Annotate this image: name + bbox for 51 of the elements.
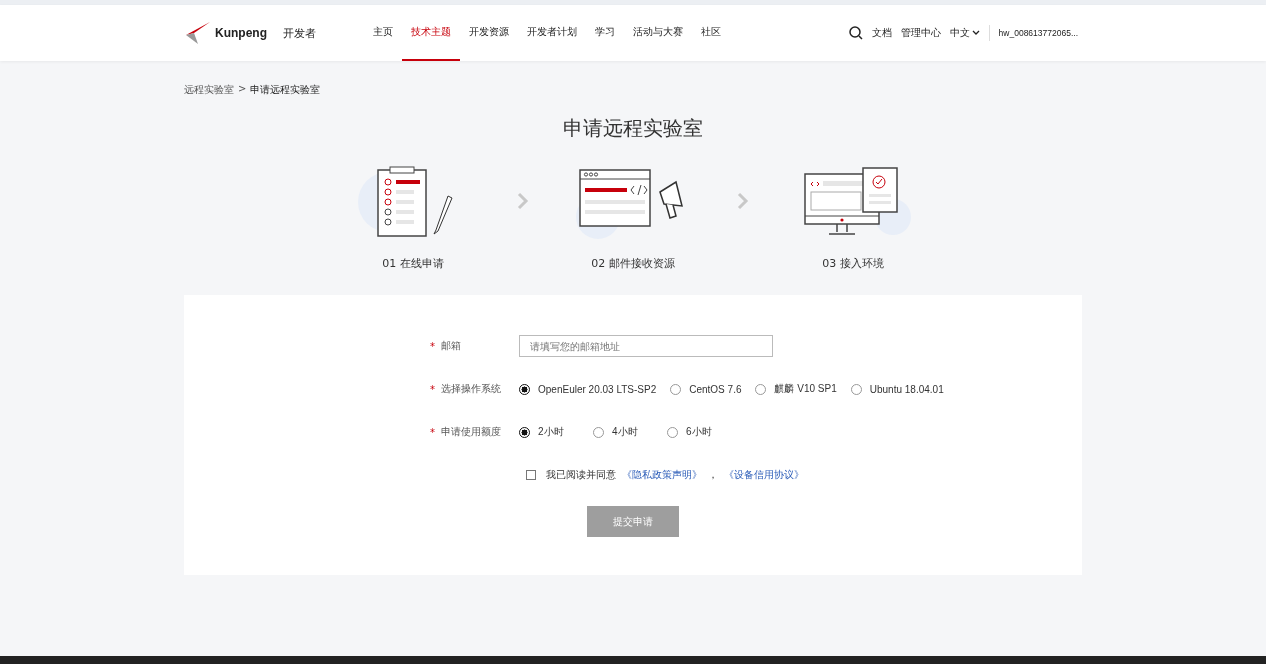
step-label: 02 邮件接收资源 (591, 256, 675, 271)
chevron-icon (517, 192, 529, 210)
radio-button[interactable] (519, 426, 530, 438)
separator-text: ， (708, 468, 718, 482)
step-label: 01 在线申请 (382, 256, 444, 271)
email-field[interactable]: 请填写您的邮箱地址 (519, 335, 773, 357)
required-mark: * (430, 426, 435, 438)
page-title: 申请远程实验室 (562, 115, 704, 142)
breadcrumb-current: 申请远程实验室 (250, 83, 321, 97)
nav-link[interactable]: 活动与大赛 (624, 5, 692, 61)
step-label: 03 接入环境 (822, 256, 884, 271)
caret-icon (971, 30, 980, 36)
breadcrumb-separator: > (238, 83, 247, 96)
os-radio-option[interactable]: CentOS 7.6 (670, 382, 742, 396)
required-mark: * (430, 383, 435, 395)
os-radio-option[interactable]: Ubuntu 18.04.01 (850, 382, 944, 396)
nav-link[interactable]: 开发者计划 (518, 5, 586, 61)
field-label: 申请使用额度 (441, 425, 502, 439)
chevron-icon (737, 192, 749, 210)
nav-link[interactable]: 学习 (586, 5, 624, 61)
brand-name: Kunpeng (215, 26, 267, 40)
logo-icon (185, 21, 211, 45)
radio-button[interactable] (667, 426, 678, 438)
header-link[interactable]: 文档 (871, 26, 892, 40)
user-name[interactable]: hw_008613772065... (998, 28, 1078, 38)
agreement-text: 我已阅读并同意 (546, 468, 616, 482)
agreement-link[interactable]: 《设备信用协议》 (724, 468, 804, 482)
radio-button[interactable] (519, 383, 530, 395)
radio-button[interactable] (850, 383, 862, 395)
radio-button[interactable] (755, 383, 767, 395)
radio-button[interactable] (670, 383, 682, 395)
search-icon[interactable] (848, 26, 863, 40)
breadcrumb-link[interactable]: 远程实验室 (184, 83, 234, 97)
language-dropdown[interactable]: 中文 (949, 26, 980, 40)
required-mark: * (430, 340, 435, 352)
header-link[interactable]: 管理中心 (900, 26, 941, 40)
os-radio-option[interactable]: 麒麟 V10 SP1 (755, 382, 837, 396)
nav-link[interactable]: 主页 (364, 5, 402, 61)
field-label: 邮箱 (441, 339, 462, 353)
quota-radio-option[interactable]: 2小时 (519, 425, 579, 439)
radio-button[interactable] (593, 426, 604, 438)
privacy-policy-link[interactable]: 《隐私政策声明》 (622, 468, 702, 482)
product-name: 开发者 (283, 25, 316, 41)
nav-link[interactable]: 社区 (692, 5, 730, 61)
agreement-checkbox[interactable] (526, 470, 536, 480)
os-radio-option[interactable]: OpenEuler 20.03 LTS-SP2 (519, 382, 657, 396)
field-label: 选择操作系统 (441, 382, 502, 396)
quota-radio-option[interactable]: 4小时 (593, 425, 653, 439)
nav-link[interactable]: 开发资源 (460, 5, 518, 61)
quota-radio-option[interactable]: 6小时 (667, 425, 727, 439)
nav-link[interactable]: 技术主题 (402, 5, 460, 61)
